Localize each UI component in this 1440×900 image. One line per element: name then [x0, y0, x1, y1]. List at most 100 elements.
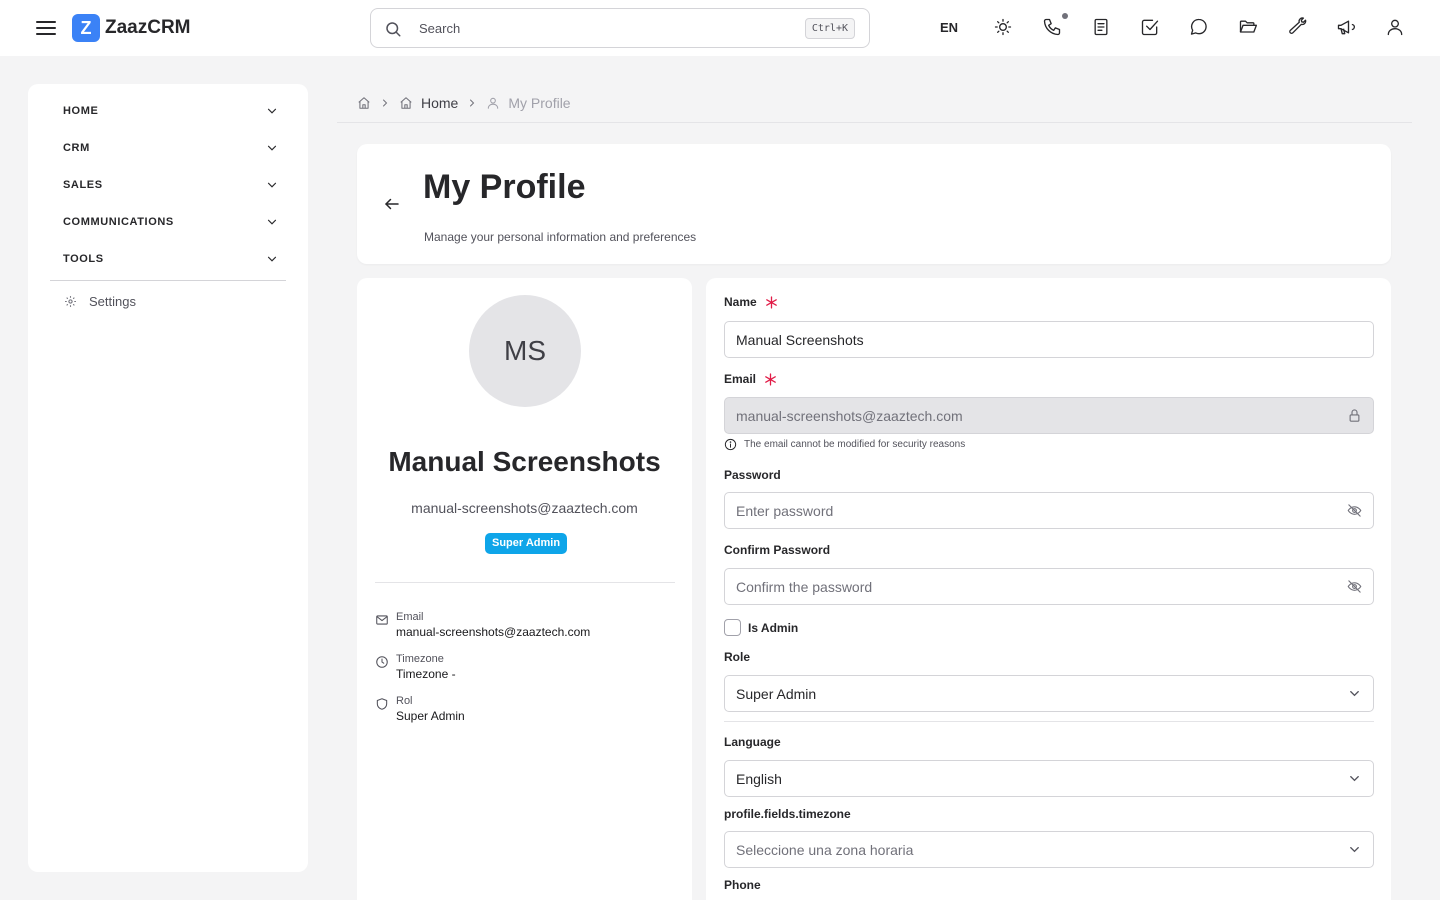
folder-open-icon[interactable] [1238, 17, 1258, 37]
profile-summary-card: MS Manual Screenshots manual-screenshots… [357, 278, 692, 900]
user-icon[interactable] [1385, 17, 1405, 37]
sidebar-divider [50, 280, 286, 281]
search-placeholder: Search [419, 21, 461, 36]
breadcrumb: Home My Profile [357, 94, 571, 112]
page-header-card: My Profile Manage your personal informat… [357, 144, 1391, 264]
confirm-password-label: Confirm Password [724, 543, 831, 557]
email-label: Email [724, 372, 777, 386]
confirm-password-field[interactable]: Confirm the password [724, 568, 1374, 605]
user-icon [486, 96, 500, 110]
back-arrow-icon[interactable] [383, 195, 401, 213]
is-admin-checkbox[interactable] [724, 619, 741, 636]
info-value: Timezone - [396, 667, 456, 681]
chevron-right-icon [379, 97, 391, 109]
megaphone-icon[interactable] [1336, 17, 1356, 37]
profile-form-card: Name Manual Screenshots Email manual-scr… [706, 278, 1391, 900]
sidebar-item-settings[interactable]: Settings [64, 294, 136, 309]
email-label-text: Email [724, 372, 757, 386]
sidebar-item-label: Settings [89, 294, 136, 309]
profile-name: Manual Screenshots [388, 446, 661, 477]
info-key: Timezone [396, 653, 444, 665]
role-label: Role [724, 650, 751, 664]
timezone-label: profile.fields.timezone [724, 807, 851, 821]
role-select[interactable]: Super Admin [724, 675, 1374, 712]
password-label: Password [724, 468, 781, 482]
chevron-down-icon [265, 141, 279, 155]
name-label-text: Name [724, 295, 757, 309]
info-key: Rol [396, 695, 413, 707]
sidebar: HOME CRM SALES COMMUNICATIONS TOOLS Sett… [28, 84, 308, 872]
sidebar-item-crm[interactable]: CRM [63, 136, 279, 160]
logo-icon[interactable]: Z [72, 14, 100, 42]
email-hint-text: The email cannot be modified for securit… [744, 439, 966, 450]
required-asterisk-icon [765, 295, 778, 309]
email-hint: The email cannot be modified for securit… [724, 438, 965, 451]
email-field-value: manual-screenshots@zaaztech.com [736, 408, 963, 424]
search-shortcut: Ctrl+K [804, 18, 855, 39]
top-header: Z ZaazCRM Search Ctrl+K EN [0, 0, 1440, 56]
sidebar-item-sales[interactable]: SALES [63, 173, 279, 197]
sidebar-item-home[interactable]: HOME [63, 99, 279, 123]
sidebar-item-communications[interactable]: COMMUNICATIONS [63, 210, 279, 234]
chevron-down-icon [265, 104, 279, 118]
language-switcher[interactable]: EN [940, 20, 958, 35]
chat-icon[interactable] [1189, 17, 1209, 37]
breadcrumb-divider [337, 122, 1412, 123]
role-badge: Super Admin [485, 533, 568, 554]
phone-label: Phone [724, 878, 761, 892]
eye-off-icon[interactable] [1347, 503, 1362, 518]
task-check-icon[interactable] [1140, 17, 1160, 37]
sidebar-item-label: COMMUNICATIONS [63, 216, 174, 228]
info-value: manual-screenshots@zaaztech.com [396, 625, 591, 639]
search-icon [384, 20, 402, 38]
sidebar-item-label: TOOLS [63, 253, 104, 265]
form-divider [724, 721, 1374, 722]
notes-icon[interactable] [1091, 17, 1111, 37]
profile-email: manual-screenshots@zaaztech.com [411, 500, 638, 516]
timezone-select[interactable]: Seleccione una zona horaria [724, 831, 1374, 868]
name-field[interactable]: Manual Screenshots [724, 321, 1374, 358]
home-icon[interactable] [357, 96, 371, 110]
eye-off-icon[interactable] [1347, 579, 1362, 594]
chevron-down-icon [1347, 771, 1362, 786]
sun-icon[interactable] [993, 17, 1013, 37]
home-icon [399, 96, 413, 110]
info-value: Super Admin [396, 709, 465, 723]
page-title: My Profile [423, 168, 586, 206]
app-name[interactable]: ZaazCRM [105, 17, 191, 39]
email-field: manual-screenshots@zaaztech.com [724, 397, 1374, 434]
chevron-down-icon [1347, 686, 1362, 701]
avatar: MS [469, 295, 581, 407]
language-label: Language [724, 735, 781, 749]
timezone-placeholder: Seleccione una zona horaria [736, 842, 914, 858]
chevron-down-icon [1347, 842, 1362, 857]
menu-icon[interactable] [34, 16, 58, 40]
notification-dot [1062, 13, 1068, 19]
chevron-right-icon [466, 97, 478, 109]
password-field[interactable]: Enter password [724, 492, 1374, 529]
gear-icon [64, 295, 77, 308]
is-admin-label: Is Admin [748, 620, 799, 635]
role-select-value: Super Admin [736, 686, 817, 702]
sidebar-item-label: CRM [63, 142, 90, 154]
shield-icon [375, 697, 389, 711]
clock-icon [375, 655, 389, 669]
page-subtitle: Manage your personal information and pre… [424, 230, 697, 244]
required-asterisk-icon [764, 372, 777, 386]
lock-icon [1347, 408, 1362, 423]
chevron-down-icon [265, 252, 279, 266]
sidebar-item-label: HOME [63, 105, 99, 117]
wrench-icon[interactable] [1287, 17, 1307, 37]
breadcrumb-home[interactable]: Home [421, 95, 458, 111]
phone-icon[interactable] [1042, 13, 1068, 37]
name-field-value: Manual Screenshots [736, 332, 864, 348]
profile-divider [375, 582, 675, 583]
language-select[interactable]: English [724, 760, 1374, 797]
language-select-value: English [736, 771, 782, 787]
confirm-password-placeholder: Confirm the password [736, 579, 873, 595]
is-admin-row: Is Admin [724, 619, 798, 636]
info-icon [724, 438, 737, 451]
name-label: Name [724, 295, 778, 309]
search-bar[interactable]: Search Ctrl+K [370, 8, 870, 48]
sidebar-item-tools[interactable]: TOOLS [63, 247, 279, 271]
